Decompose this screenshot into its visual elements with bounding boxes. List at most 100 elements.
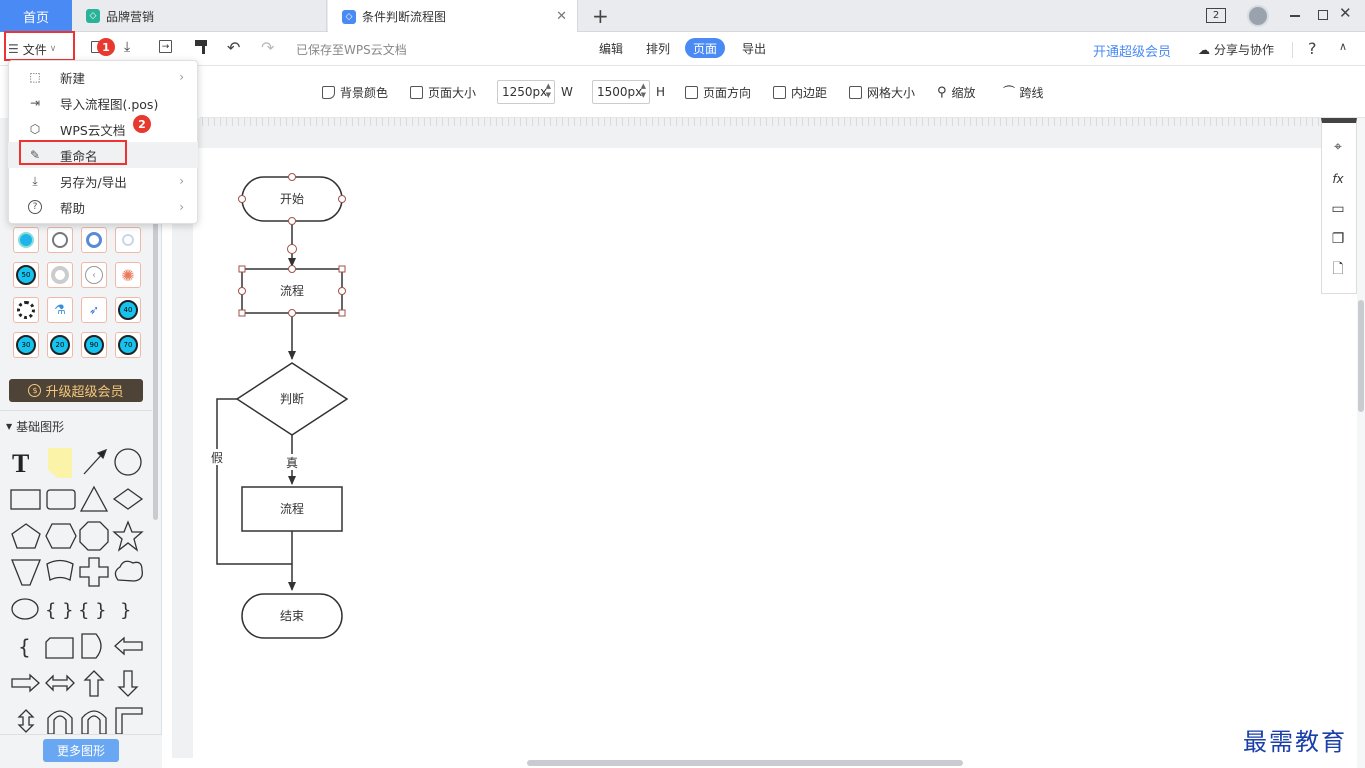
connection-point — [288, 173, 296, 181]
upgrade-vip-button[interactable]: $ 升级超级会员 — [9, 379, 143, 402]
grid-size-button[interactable]: 网格大小 — [849, 84, 915, 100]
undo-icon[interactable]: ↶ — [227, 38, 240, 57]
menu-item-save-as[interactable]: ⤓ 另存为/导出 › — [8, 168, 198, 194]
shape-dial-blue-ring[interactable] — [81, 227, 107, 253]
basic-shapes-header[interactable]: ▼ 基础图形 — [6, 418, 64, 435]
page-size-button[interactable]: 页面大小 — [410, 84, 476, 100]
pages-icon[interactable]: ❐ — [1329, 230, 1347, 248]
brace-shape: { } — [45, 600, 74, 621]
vertical-scroll-thumb[interactable] — [1358, 300, 1364, 412]
shape-dial-90[interactable]: 90 — [81, 332, 107, 358]
spinner-icon[interactable]: ▲ ▼ — [641, 82, 646, 100]
true-branch-label: 真 — [286, 456, 298, 470]
tab-condition-flowchart[interactable]: ◇ 条件判断流程图 ✕ — [328, 0, 578, 33]
mode-tab-page[interactable]: 页面 — [685, 38, 726, 58]
shape-dial-light-ring[interactable] — [115, 227, 141, 253]
sidebar-scrollbar[interactable] — [153, 200, 158, 520]
shape-dial-50[interactable]: 50 — [13, 262, 39, 288]
right-arrow-shape — [11, 673, 40, 693]
format-painter-icon[interactable] — [195, 40, 207, 46]
shape-dial-ring[interactable] — [47, 227, 73, 253]
mode-tab-export[interactable]: 导出 — [734, 38, 774, 58]
vip-link[interactable]: 开通超级会员 — [1093, 41, 1171, 60]
download-icon: ⤓ — [32, 173, 38, 188]
shape-dial-70[interactable]: 70 — [115, 332, 141, 358]
shape-dial-30[interactable]: 30 — [13, 332, 39, 358]
cloud-share-icon: ☁ — [1198, 42, 1210, 57]
help-button[interactable]: ? — [1308, 39, 1317, 58]
dial-icon: 90 — [84, 335, 104, 355]
tab-brand-marketing[interactable]: ◇ 品牌营销 — [72, 0, 327, 32]
menu-item-new[interactable]: ⬚ 新建 › — [8, 64, 198, 90]
chevron-right-icon: › — [179, 70, 184, 84]
redo-icon[interactable]: ↷ — [261, 38, 274, 57]
flowchart-icon: ◇ — [86, 9, 100, 23]
connection-point — [288, 217, 296, 225]
orientation-button[interactable]: 页面方向 — [685, 84, 751, 100]
window-count-icon[interactable]: 2 — [1206, 8, 1226, 23]
help-circle-icon: ? — [28, 200, 42, 214]
mode-tab-arrange[interactable]: 排列 — [638, 38, 678, 58]
shape-dial-sun[interactable]: ✺ — [115, 262, 141, 288]
connection-point — [338, 195, 346, 203]
menu-item-rename[interactable]: ✎ 重命名 — [8, 142, 198, 168]
banner-shape — [46, 559, 74, 581]
shape-dial-40[interactable]: 40 — [115, 297, 141, 323]
toolbar-divider — [1292, 42, 1293, 58]
shape-dial-blue-dot[interactable] — [13, 227, 39, 253]
dial-icon: ‹ — [85, 266, 103, 284]
page-paper[interactable] — [193, 148, 1357, 760]
shape-dial-gear[interactable] — [13, 297, 39, 323]
new-tab-button[interactable]: + — [592, 4, 609, 28]
file-menu-button[interactable]: ☰ 文件 ∨ — [8, 40, 56, 58]
card-shape — [45, 637, 74, 659]
download-icon[interactable]: ⤓ — [124, 39, 130, 55]
vertical-scrollbar[interactable] — [1357, 118, 1365, 768]
navigator-icon[interactable]: ⌖ — [1329, 138, 1347, 156]
menu-item-help[interactable]: ? 帮助 › — [8, 194, 198, 220]
shape-dial-rocket[interactable]: ➶ — [81, 297, 107, 323]
shape-dial-arrow[interactable]: ‹ — [81, 262, 107, 288]
menu-item-import[interactable]: ⇥ 导入流程图(.pos) — [8, 90, 198, 116]
horizontal-scroll-thumb[interactable] — [527, 760, 963, 766]
collapse-icon[interactable]: ∧ — [1339, 40, 1347, 53]
spinner-icon[interactable]: ▲ ▼ — [546, 82, 551, 100]
sidebar-divider — [0, 410, 152, 411]
orientation-label: 页面方向 — [703, 85, 752, 100]
import-icon[interactable]: → — [159, 40, 172, 53]
tab-home[interactable]: 首页 — [0, 0, 72, 32]
callout-shape — [11, 598, 39, 620]
menu-item-wps-cloud[interactable]: ⬡ WPS云文档 — [8, 116, 198, 142]
minimize-icon[interactable] — [1290, 15, 1300, 17]
up-arrow-shape — [83, 670, 105, 697]
shape-dial-20[interactable]: 20 — [47, 332, 73, 358]
height-unit: H — [656, 85, 666, 99]
selection-handle — [338, 309, 346, 317]
avatar[interactable] — [1247, 5, 1269, 27]
menu-item-label: WPS云文档 — [60, 122, 126, 138]
restore-icon[interactable] — [1318, 10, 1328, 20]
page-width-input[interactable]: 1250px ▲ ▼ — [497, 80, 555, 104]
jumpline-button[interactable]: ⏜ 跨线 — [1003, 84, 1044, 100]
mode-tab-edit[interactable]: 编辑 — [591, 38, 631, 58]
zoom-button[interactable]: ⚲ 缩放 — [937, 84, 976, 100]
start-node-label: 开始 — [280, 192, 304, 206]
page-icon[interactable]: 🗋 — [1329, 261, 1347, 279]
rounded-rect-shape — [46, 489, 76, 510]
close-icon[interactable]: ✕ — [556, 9, 567, 24]
menu-item-label: 帮助 — [60, 200, 86, 216]
magnifier-icon: ⚲ — [937, 84, 947, 100]
shape-dial-flask[interactable]: ⚗ — [47, 297, 73, 323]
close-window-icon[interactable]: ✕ — [1339, 4, 1352, 22]
bg-color-button[interactable]: 背景颜色 — [322, 84, 388, 100]
shape-dial-grey[interactable] — [47, 262, 73, 288]
rocket-icon: ➶ — [88, 303, 100, 317]
formula-icon[interactable]: fx — [1329, 170, 1347, 188]
dial-icon: 30 — [16, 335, 36, 355]
page-height-input[interactable]: 1500px ▲ ▼ — [592, 80, 650, 104]
connection-point — [288, 265, 296, 273]
more-shapes-button[interactable]: 更多图形 — [43, 739, 119, 762]
share-button[interactable]: ☁ 分享与协作 — [1198, 41, 1274, 58]
padding-button[interactable]: 内边距 — [773, 84, 827, 100]
replace-icon[interactable]: ▭ — [1329, 200, 1347, 218]
